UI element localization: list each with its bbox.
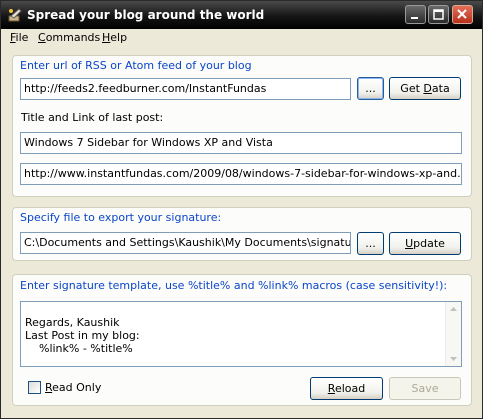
template-scrollbar[interactable]	[445, 302, 461, 366]
feed-browse-button[interactable]: ...	[357, 77, 384, 100]
maximize-button[interactable]	[428, 5, 449, 24]
template-line: %link% - %title%	[25, 342, 133, 355]
get-data-button[interactable]: Get Data	[389, 77, 461, 100]
get-data-accel: D	[423, 82, 432, 95]
last-post-link-field[interactable]: http://www.instantfundas.com/2009/08/win…	[20, 163, 462, 185]
read-only-checkbox[interactable]	[28, 381, 41, 394]
maximize-icon	[433, 9, 444, 20]
menu-help[interactable]: Help	[102, 31, 127, 44]
update-button[interactable]: Update	[389, 232, 461, 255]
menu-help-label: elp	[110, 31, 128, 44]
reload-button[interactable]: Reload	[310, 377, 383, 400]
reload-label: eload	[334, 382, 366, 395]
template-group-label: Enter signature template, use %title% an…	[20, 279, 448, 292]
signature-template-textarea[interactable]: Regards, Kaushik Last Post in my blog: %…	[20, 301, 462, 367]
update-label: pdate	[413, 237, 445, 250]
save-button[interactable]: Save	[389, 377, 461, 400]
menu-bar: File Commands Help	[1, 29, 482, 47]
app-window: Spread your blog around the world File C…	[0, 0, 483, 419]
last-post-title-field[interactable]: Windows 7 Sidebar for Windows XP and Vis…	[20, 132, 462, 154]
get-data-label-prefix: Get	[400, 82, 424, 95]
menu-commands-label: ommands	[45, 31, 101, 44]
last-post-label: Title and Link of last post:	[21, 111, 164, 124]
reload-accel: R	[327, 382, 335, 395]
template-line: Regards, Kaushik	[25, 316, 120, 329]
read-only-label[interactable]: Read Only	[45, 381, 101, 394]
title-bar[interactable]: Spread your blog around the world	[1, 1, 482, 29]
template-line: Last Post in my blog:	[25, 329, 140, 342]
menu-commands[interactable]: Commands	[38, 31, 100, 44]
window-title: Spread your blog around the world	[27, 8, 265, 22]
feed-url-input[interactable]: http://feeds2.feedburner.com/InstantFund…	[20, 78, 351, 100]
get-data-label-suffix: ata	[431, 82, 450, 95]
feed-group-label: Enter url of RSS or Atom feed of your bl…	[20, 59, 252, 72]
app-icon	[8, 8, 22, 22]
close-icon	[457, 9, 467, 19]
read-only-text: ead Only	[52, 381, 102, 394]
update-accel: U	[405, 237, 414, 250]
export-browse-button[interactable]: ...	[357, 232, 384, 255]
minimize-button[interactable]	[405, 5, 426, 24]
close-button[interactable]	[452, 5, 473, 24]
export-path-input[interactable]: C:\Documents and Settings\Kaushik\My Doc…	[20, 232, 351, 254]
menu-file[interactable]: File	[10, 31, 28, 44]
menu-file-label: ile	[15, 31, 29, 44]
minimize-icon	[411, 17, 418, 19]
export-group-label: Specify file to export your signature:	[20, 211, 222, 224]
menu-commands-accel: C	[38, 31, 46, 44]
scroll-arrows-icon	[450, 307, 457, 361]
